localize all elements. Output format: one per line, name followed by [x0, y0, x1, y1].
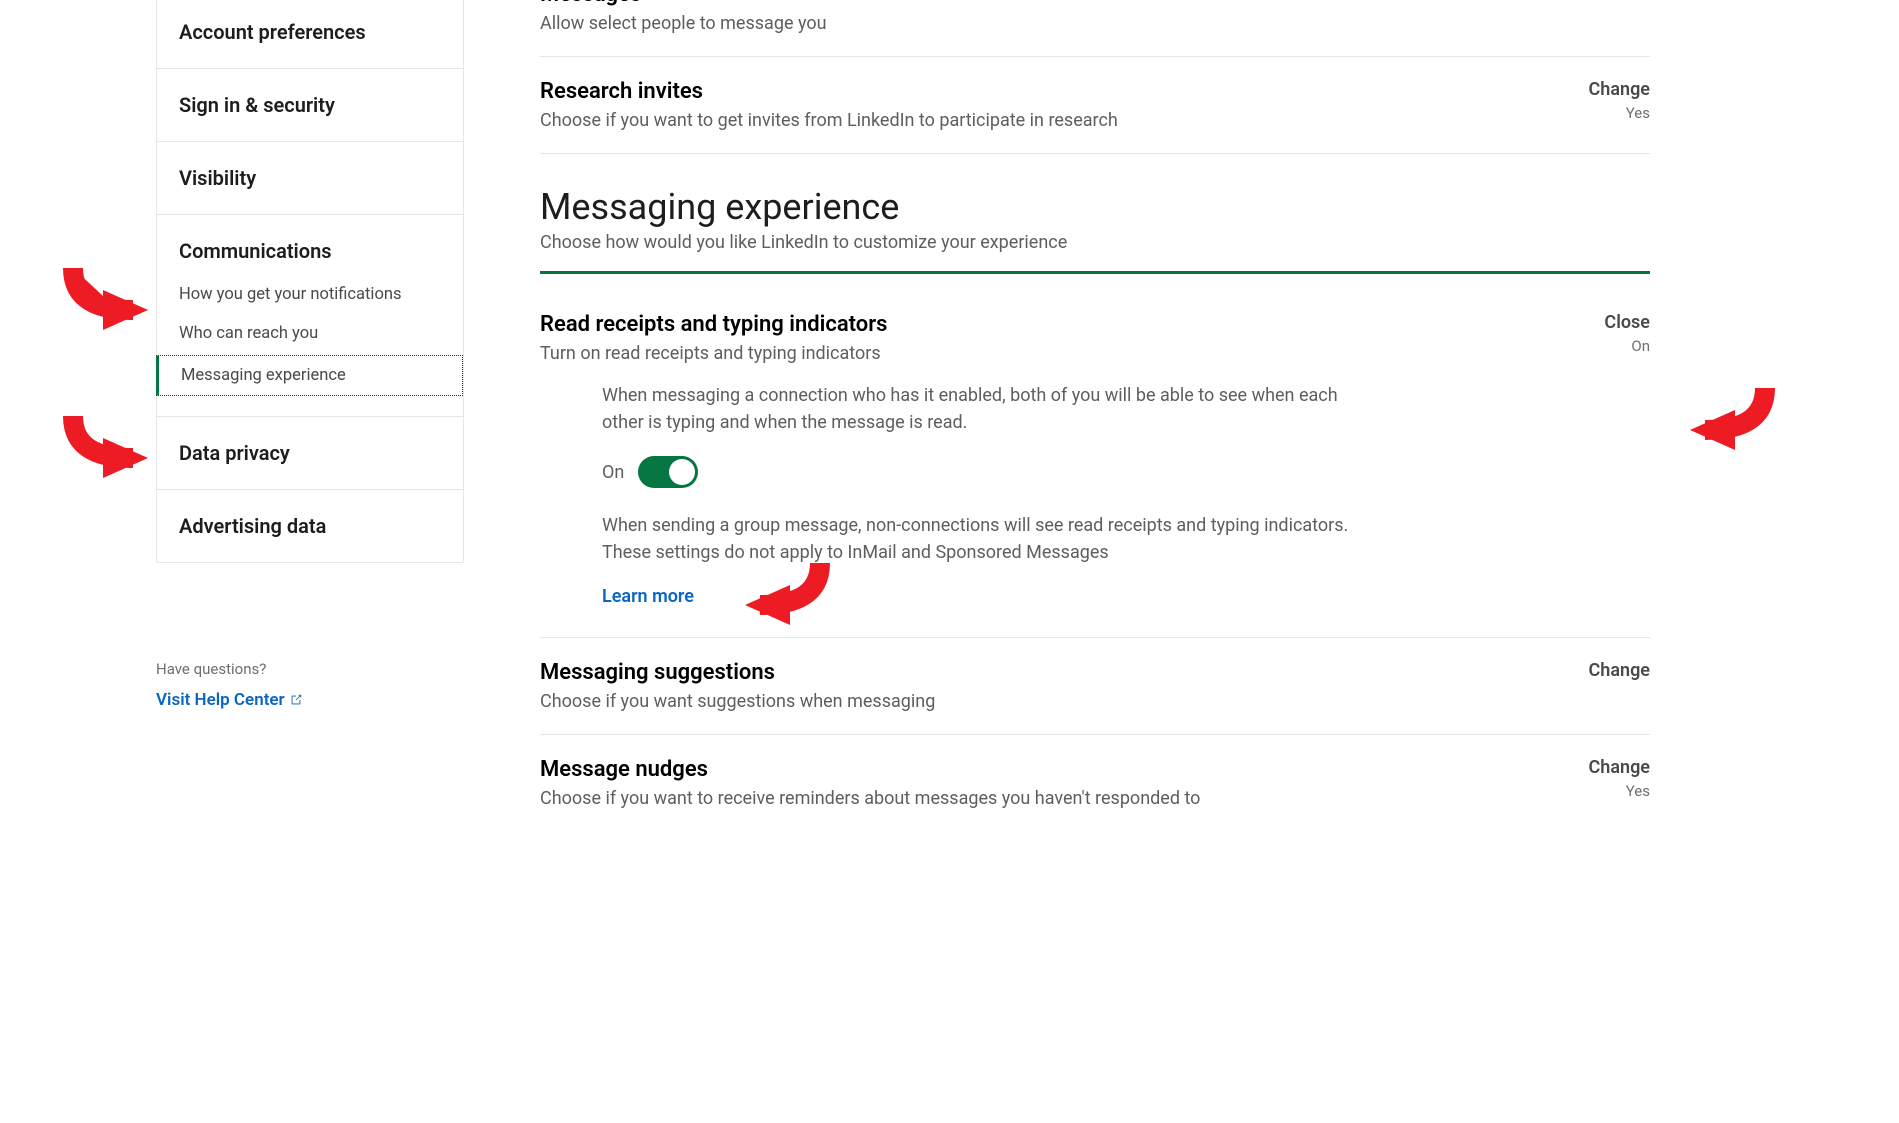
setting-row-messages[interactable]: Messages Allow select people to message …: [540, 0, 1650, 57]
toggle-knob: [669, 459, 695, 485]
setting-row-read-receipts: Read receipts and typing indicators Turn…: [540, 290, 1650, 364]
setting-row-message-nudges[interactable]: Message nudges Choose if you want to rec…: [540, 735, 1650, 831]
sidebar-item-advertising-data[interactable]: Advertising data: [157, 490, 463, 562]
setting-value: InMail: [1570, 0, 1650, 4]
annotation-arrow-messaging-exp: [28, 408, 148, 488]
setting-value: Yes: [1570, 782, 1650, 800]
section-divider: [540, 271, 1650, 274]
sidebar-item-sign-in-security[interactable]: Sign in & security: [157, 69, 463, 142]
sidebar-sub-notifications[interactable]: How you get your notifications: [157, 275, 463, 314]
setting-value: On: [1570, 337, 1650, 355]
setting-title: Messaging suggestions: [540, 660, 1550, 685]
sidebar-item-communications[interactable]: Communications: [157, 215, 463, 263]
toggle-state-label: On: [602, 462, 624, 483]
sidebar-item-account-preferences[interactable]: Account preferences: [157, 0, 463, 69]
sidebar-item-visibility[interactable]: Visibility: [157, 142, 463, 215]
read-receipts-body2: When sending a group message, non-connec…: [602, 512, 1382, 566]
setting-action[interactable]: Change: [1570, 757, 1650, 778]
external-link-icon: [289, 693, 303, 707]
sidebar-help: Have questions? Visit Help Center: [156, 660, 303, 710]
setting-desc: Choose if you want suggestions when mess…: [540, 691, 1550, 712]
sidebar-sub-who-can-reach[interactable]: Who can reach you: [157, 314, 463, 353]
learn-more-link[interactable]: Learn more: [602, 586, 694, 607]
settings-sidebar: Account preferences Sign in & security V…: [156, 0, 464, 563]
annotation-arrow-close: [1690, 380, 1810, 460]
setting-row-messaging-suggestions[interactable]: Messaging suggestions Choose if you want…: [540, 638, 1650, 735]
read-receipts-body1: When messaging a connection who has it e…: [602, 382, 1382, 436]
setting-action[interactable]: Change: [1570, 660, 1650, 681]
setting-title: Research invites: [540, 79, 1550, 104]
sidebar-sub-messaging-experience[interactable]: Messaging experience: [156, 355, 463, 396]
setting-desc: Choose if you want to get invites from L…: [540, 110, 1550, 131]
setting-action[interactable]: Change: [1570, 79, 1650, 100]
settings-main: Messages Allow select people to message …: [540, 0, 1650, 831]
setting-desc: Allow select people to message you: [540, 13, 1550, 34]
setting-row-research-invites[interactable]: Research invites Choose if you want to g…: [540, 57, 1650, 154]
section-subheading: Choose how would you like LinkedIn to cu…: [540, 232, 1650, 253]
setting-value: Yes: [1570, 104, 1650, 122]
annotation-arrow-communications: [28, 260, 148, 340]
setting-title: Message nudges: [540, 757, 1550, 782]
read-receipts-expanded-body: When messaging a connection who has it e…: [540, 364, 1382, 607]
setting-desc: Choose if you want to receive reminders …: [540, 788, 1550, 809]
section-heading: Messaging experience: [540, 186, 1650, 228]
close-action[interactable]: Close: [1570, 312, 1650, 333]
help-link-label: Visit Help Center: [156, 690, 285, 710]
read-receipts-toggle[interactable]: [638, 456, 698, 488]
help-question-text: Have questions?: [156, 660, 303, 678]
visit-help-center-link[interactable]: Visit Help Center: [156, 690, 303, 710]
section-header-messaging-experience: Messaging experience Choose how would yo…: [540, 186, 1650, 290]
sidebar-item-data-privacy[interactable]: Data privacy: [157, 417, 463, 490]
setting-title: Messages: [540, 0, 1550, 7]
setting-title: Read receipts and typing indicators: [540, 312, 1550, 337]
setting-desc: Turn on read receipts and typing indicat…: [540, 343, 1550, 364]
